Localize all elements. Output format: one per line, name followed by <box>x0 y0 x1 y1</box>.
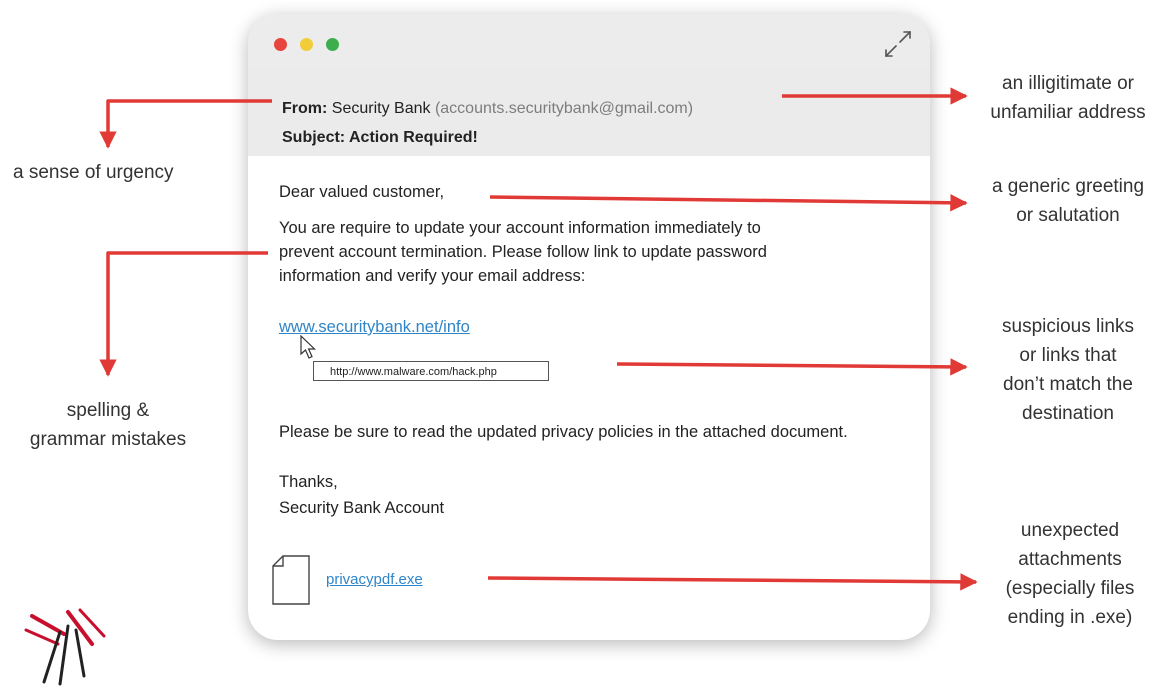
greeting-arrow <box>489 194 968 212</box>
note-line: an illigitimate or <box>1002 73 1134 94</box>
note-line: (especially files <box>1005 578 1135 599</box>
note-greeting: a generic greeting or salutation <box>975 172 1161 230</box>
note-links: suspicious links or links that don’t mat… <box>975 312 1161 428</box>
note-spelling: spelling & grammar mistakes <box>18 396 198 454</box>
note-line: don’t match the <box>1003 374 1133 395</box>
note-line: destination <box>1022 403 1114 424</box>
links-arrow <box>616 358 968 376</box>
note-line: spelling & <box>66 400 150 421</box>
note-line: a generic greeting <box>991 176 1145 197</box>
note-line: suspicious links <box>1002 316 1134 337</box>
note-line: or links that <box>1019 345 1117 366</box>
bird-wing-logo <box>24 608 106 686</box>
note-line: a sense of urgency <box>13 162 174 183</box>
note-line: ending in .exe) <box>1007 607 1133 628</box>
attachments-arrow <box>487 573 978 591</box>
note-line: grammar mistakes <box>29 429 187 450</box>
note-line: attachments <box>1018 549 1122 570</box>
note-line: unexpected <box>1020 520 1120 541</box>
note-line: unfamiliar address <box>990 102 1146 123</box>
note-address: an illigitimate or unfamiliar address <box>975 69 1161 127</box>
note-urgency: a sense of urgency <box>13 158 174 187</box>
spelling-arrow <box>99 251 268 377</box>
note-line: or salutation <box>1016 205 1120 226</box>
note-attachments: unexpected attachments (especially files… <box>985 516 1155 632</box>
urgency-arrow <box>99 99 272 149</box>
